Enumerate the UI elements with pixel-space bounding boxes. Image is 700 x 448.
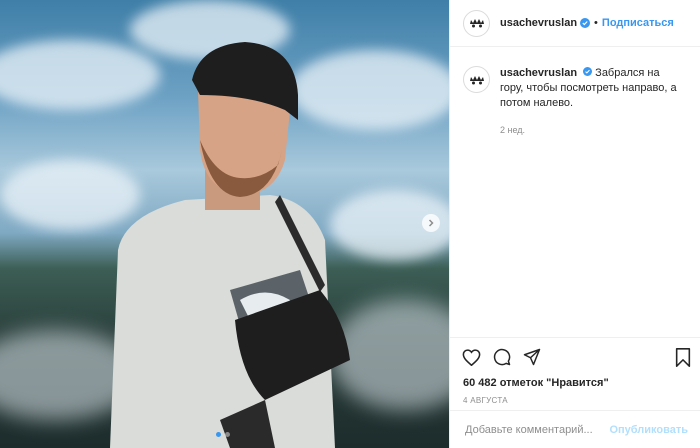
avatar-logo-icon: [469, 75, 484, 84]
like-button[interactable]: [462, 348, 481, 366]
instagram-post: usachevruslan • Подписаться usachevrusla…: [0, 0, 700, 448]
person-figure: [110, 42, 350, 448]
caption-username-link[interactable]: usachevruslan: [500, 67, 577, 79]
avatar-logo-icon: [469, 19, 484, 28]
separator-dot: •: [594, 17, 598, 29]
follow-button[interactable]: Подписаться: [602, 17, 674, 29]
comment-icon: [493, 348, 511, 366]
bookmark-icon: [675, 347, 691, 367]
verified-badge-icon: [580, 18, 591, 28]
chevron-right-icon: [428, 219, 434, 227]
post-image[interactable]: [0, 0, 449, 448]
action-bar: 60 482 отметок "Нравится" 4 АВГУСТА: [450, 337, 700, 405]
save-button[interactable]: [675, 347, 691, 367]
post-header: usachevruslan • Подписаться: [450, 0, 700, 47]
heart-icon: [462, 348, 481, 366]
avatar[interactable]: [463, 9, 490, 37]
carousel-next-button[interactable]: [422, 214, 440, 232]
likes-count[interactable]: 60 482 отметок "Нравится": [450, 367, 700, 389]
post-date: 4 АВГУСТА: [463, 396, 508, 405]
verified-badge-icon: [583, 67, 593, 76]
comment-input[interactable]: [463, 422, 610, 437]
post-time[interactable]: 2 нед.: [500, 123, 680, 138]
carousel-dot: [225, 432, 230, 437]
post-sidebar: usachevruslan • Подписаться usachevrusla…: [449, 0, 700, 448]
username-link[interactable]: usachevruslan: [500, 17, 577, 29]
carousel-indicator: [216, 432, 230, 437]
caption: usachevruslan Забрался на гору, чтобы по…: [450, 47, 700, 138]
carousel-dot-active: [216, 432, 221, 437]
share-button[interactable]: [523, 348, 541, 366]
share-icon: [523, 348, 541, 366]
avatar[interactable]: [463, 66, 490, 93]
publish-button[interactable]: Опубликовать: [609, 424, 688, 436]
comment-button[interactable]: [493, 348, 511, 366]
caption-body: usachevruslan Забрался на гору, чтобы по…: [500, 66, 680, 138]
action-icons: [450, 338, 700, 367]
comment-box: Опубликовать: [450, 410, 700, 448]
